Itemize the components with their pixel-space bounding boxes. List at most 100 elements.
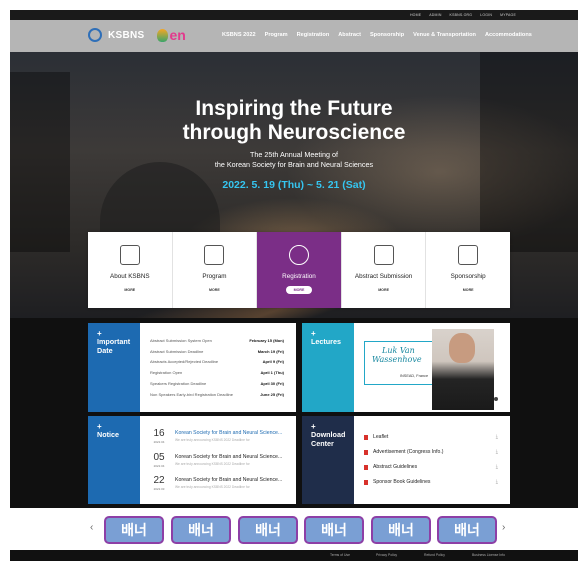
- download-label: Abstract Guidelines: [373, 464, 418, 470]
- notice-tag[interactable]: + Notice: [88, 416, 140, 504]
- footer-privacy-link[interactable]: Privacy Policy: [376, 553, 397, 557]
- important-date-panel: + Important Date Abstract Submission Sys…: [88, 323, 296, 412]
- date-row: Speakers Registration Deadline April 30 (…: [150, 378, 284, 389]
- lecturer-affiliation: INSEAD, France: [400, 374, 429, 378]
- notice-item[interactable]: 22 2022.03 Korean Society for Brain and …: [150, 475, 282, 499]
- panel-title: Important Date: [97, 337, 131, 355]
- date-row: Abstracts Accepted/Rejected Deadline Apri…: [150, 357, 284, 368]
- download-icon: ⤓: [495, 449, 498, 455]
- lecturer-name-line1: Luk Van: [382, 346, 415, 355]
- menu-registration[interactable]: Registration: [297, 32, 330, 38]
- logo-text: KSBNS: [108, 29, 145, 41]
- document-icon: [373, 245, 394, 265]
- download-item[interactable]: Leaflet ⤓: [364, 430, 498, 444]
- pdf-icon: [364, 479, 368, 485]
- banner-item[interactable]: 배너: [171, 516, 231, 544]
- ksbns-logo-icon: [88, 28, 102, 42]
- en-logo: en: [156, 27, 186, 43]
- date-row: Abstract Submission System Open February …: [150, 335, 284, 346]
- menu-sponsorship[interactable]: Sponsorship: [370, 32, 404, 38]
- date-value: March 19 (Fri): [257, 348, 284, 354]
- util-ksbns-link[interactable]: KSBNS.ORG: [450, 13, 473, 17]
- quick-label: Program: [202, 273, 227, 280]
- download-icon: ⤓: [495, 464, 498, 470]
- quick-menu: About KSBNS MORE Program MORE Registrati…: [88, 232, 510, 308]
- banner-item[interactable]: 배너: [371, 516, 431, 544]
- utility-bar: HOME ADMIN KSBNS.ORG LOGIN MYPAGE: [10, 10, 578, 20]
- notice-title: Korean Society for Brain and Neural Scie…: [175, 430, 283, 436]
- quick-about[interactable]: About KSBNS MORE: [88, 232, 173, 308]
- menu-ksbns-2022[interactable]: KSBNS 2022: [222, 32, 256, 38]
- date-label: Registration Open: [150, 370, 183, 376]
- menu-accommodations[interactable]: Accommodations: [485, 32, 532, 38]
- more-button[interactable]: MORE: [201, 286, 228, 294]
- lecturer-name[interactable]: Luk Van Wassenhove: [372, 346, 422, 364]
- util-admin-link[interactable]: ADMIN: [429, 13, 441, 17]
- download-item[interactable]: Sponsor Book Guidelines ⤓: [364, 475, 498, 489]
- notice-summary: We are truly announcing KSBNS 2022 Deadl…: [175, 485, 250, 489]
- notice-day: 05: [153, 452, 165, 463]
- notice-month: 2022.04: [153, 440, 165, 444]
- more-button[interactable]: MORE: [116, 286, 143, 294]
- banner-item[interactable]: 배너: [304, 516, 364, 544]
- more-button[interactable]: MORE: [455, 286, 482, 294]
- lectures-tag[interactable]: + Lectures: [302, 323, 354, 412]
- date-label: Abstracts Accepted/Rejected Deadline: [150, 359, 219, 365]
- menu-venue[interactable]: Venue & Transportation: [413, 32, 476, 38]
- hero-title-line1: Inspiring the Future: [195, 97, 393, 120]
- panel-title: Notice: [97, 430, 119, 439]
- download-item[interactable]: Abstract Guidelines ⤓: [364, 460, 498, 474]
- download-label: Advertisement (Congress Info.): [373, 449, 444, 455]
- notice-summary: We are truly announcing KSBNS 2022 Deadl…: [175, 462, 250, 466]
- footer-license-link[interactable]: Business License Info: [472, 553, 505, 557]
- hero-subtitle: The 25th Annual Meeting of: [250, 150, 338, 159]
- footer-terms-link[interactable]: Terms of Use: [330, 553, 350, 557]
- footer-refund-link[interactable]: Refund Policy: [424, 553, 445, 557]
- pdf-icon: [364, 464, 368, 470]
- download-icon: ⤓: [495, 479, 498, 485]
- banner-item[interactable]: 배너: [238, 516, 298, 544]
- register-icon: [288, 245, 309, 265]
- date-row: Registration Open April 1 (Thu): [150, 367, 284, 378]
- quick-abstract[interactable]: Abstract Submission MORE: [342, 232, 427, 308]
- quick-registration[interactable]: Registration MORE: [257, 232, 342, 308]
- quick-program[interactable]: Program MORE: [173, 232, 258, 308]
- en-logo-text: en: [169, 27, 186, 43]
- notice-item[interactable]: 16 2022.04 Korean Society for Brain and …: [150, 428, 282, 452]
- download-label: Leaflet: [373, 434, 389, 440]
- date-value: April 1 (Thu): [260, 370, 284, 376]
- util-home-link[interactable]: HOME: [410, 13, 421, 17]
- banner-carousel: ‹ 배너 배너 배너 배너 배너 배너 ›: [0, 512, 586, 548]
- notice-title: Korean Society for Brain and Neural Scie…: [175, 454, 283, 460]
- date-value: February 15 (Mon): [249, 337, 284, 343]
- notice-panel: + Notice 16 2022.04 Korean Society for B…: [88, 416, 296, 504]
- important-date-tag[interactable]: + Important Date: [88, 323, 140, 412]
- banner-item[interactable]: 배너: [104, 516, 164, 544]
- notice-month: 2022.03: [153, 487, 165, 491]
- download-label: Sponsor Book Guidelines: [373, 479, 431, 485]
- notice-item[interactable]: 05 2022.04 Korean Society for Brain and …: [150, 452, 282, 476]
- notice-summary: We are truly announcing KSBNS 2022 Deadl…: [175, 438, 250, 442]
- menu-program[interactable]: Program: [265, 32, 288, 38]
- slider-dot[interactable]: [494, 397, 498, 401]
- download-center-tag[interactable]: + Download Center: [302, 416, 354, 504]
- download-item[interactable]: Advertisement (Congress Info.) ⤓: [364, 445, 498, 459]
- pdf-icon: [364, 434, 368, 440]
- brain-head-icon: [119, 245, 140, 265]
- date-list: Abstract Submission System Open February …: [150, 335, 284, 400]
- more-button[interactable]: MORE: [285, 286, 313, 294]
- site-logo[interactable]: KSBNS en: [88, 27, 186, 43]
- util-mypage-link[interactable]: MYPAGE: [500, 13, 516, 17]
- chevron-left-icon[interactable]: ‹: [90, 522, 93, 533]
- main-navigation: KSBNS en KSBNS 2022 Program Registration…: [10, 20, 578, 52]
- chevron-right-icon[interactable]: ›: [502, 522, 505, 533]
- date-row: Abstract Submission Deadline March 19 (Fr…: [150, 346, 284, 357]
- menu-abstract[interactable]: Abstract: [338, 32, 361, 38]
- util-login-link[interactable]: LOGIN: [480, 13, 492, 17]
- banner-item[interactable]: 배너: [437, 516, 497, 544]
- lectures-panel: + Lectures Luk Van Wassenhove INSEAD, Fr…: [302, 323, 510, 412]
- more-button[interactable]: MORE: [370, 286, 397, 294]
- quick-sponsorship[interactable]: Sponsorship MORE: [426, 232, 510, 308]
- date-value: April 9 (Fri): [262, 359, 284, 365]
- footer: Terms of Use Privacy Policy Refund Polic…: [10, 550, 578, 561]
